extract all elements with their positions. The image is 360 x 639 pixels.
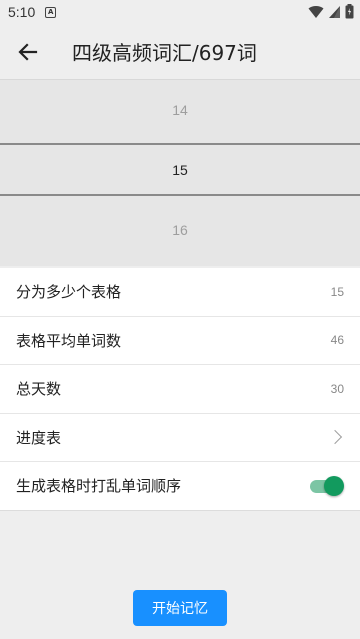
start-memorizing-button[interactable]: 开始记忆 [133,590,227,626]
toggle-thumb [324,475,344,496]
settings-list: 分为多少个表格 15 表格平均单词数 46 总天数 30 进度表 生成表格时打乱… [0,268,360,511]
setting-value: 46 [330,333,344,348]
status-bar: 5:10 A [0,0,360,24]
setting-progress-table[interactable]: 进度表 [0,413,360,462]
setting-label: 总天数 [16,380,62,399]
chevron-right-icon [327,430,343,445]
setting-label: 生成表格时打乱单词顺序 [16,477,182,496]
setting-avg-words[interactable]: 表格平均单词数 46 [0,316,360,365]
status-icons [308,4,354,19]
setting-total-days[interactable]: 总天数 30 [0,365,360,414]
battery-icon [345,4,354,19]
page-title: 四级高频词汇/697词 [72,41,257,65]
back-button[interactable] [0,24,56,80]
setting-table-count[interactable]: 分为多少个表格 15 [0,268,360,317]
setting-shuffle-words[interactable]: 生成表格时打乱单词顺序 [0,462,360,511]
app-bar: 四级高频词汇/697词 [0,24,360,80]
picker-option-selected[interactable]: 15 [0,145,360,195]
shuffle-toggle[interactable] [310,475,344,496]
setting-label: 进度表 [16,428,62,447]
arrow-left-icon [18,42,38,61]
signal-icon [329,5,340,18]
status-time: 5:10 [8,4,36,20]
picker-divider-bottom [0,194,360,196]
wifi-icon [308,5,324,18]
screen: 5:10 A 四级高频词汇/697词 14 15 16 分为多少个表格 15 表… [0,0,360,639]
picker-option-below[interactable]: 16 [0,205,360,255]
setting-label: 分为多少个表格 [16,283,122,302]
picker-option-above[interactable]: 14 [0,85,360,135]
setting-value: 15 [330,284,344,299]
setting-value: 30 [330,381,344,396]
setting-label: 表格平均单词数 [16,331,122,350]
count-picker[interactable]: 14 15 16 [0,80,360,266]
notification-icon: A [45,6,57,18]
